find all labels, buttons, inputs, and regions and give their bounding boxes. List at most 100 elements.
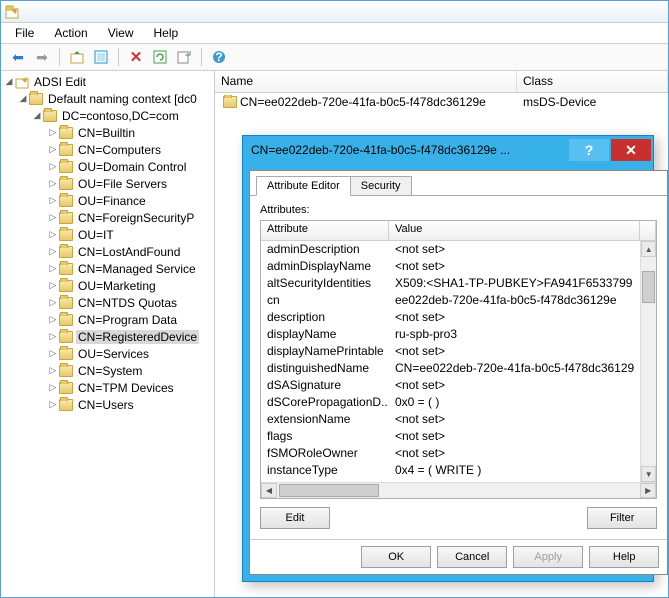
attribute-row[interactable]: altSecurityIdentitiesX509:<SHA1-TP-PUBKE… [261,275,640,292]
grid-col-value[interactable]: Value [389,221,640,240]
tree-item[interactable]: ▷ OU=Finance [1,192,214,209]
scroll-thumb[interactable] [642,271,655,303]
tree-item[interactable]: ▷CN=Computers [1,141,214,158]
tree-item-label[interactable]: CN=ForeignSecurityP [76,211,196,225]
expand-icon[interactable]: ▷ [47,382,59,393]
attribute-row[interactable]: description<not set> [261,309,640,326]
expand-icon[interactable]: ▷ [47,399,59,410]
tree-item-label[interactable]: CN=RegisteredDevice [76,330,199,344]
tree-root-label[interactable]: ADSI Edit [32,75,88,89]
tree-item[interactable]: ▷ OU=Marketing [1,277,214,294]
tree-item-label[interactable]: CN=Users [76,398,136,412]
expand-icon[interactable]: ▷ [47,314,59,325]
scroll-up-icon[interactable]: ▲ [641,241,656,257]
dialog-close-button[interactable]: ✕ [611,139,651,161]
list-row[interactable]: CN=ee022deb-720e-41fa-b0c5-f478dc36129e … [215,93,668,111]
col-class[interactable]: Class [517,71,668,92]
back-button[interactable]: ⬅ [7,46,29,68]
expand-icon[interactable]: ▷ [47,246,59,257]
expand-icon[interactable]: ▷ [47,263,59,274]
tree-item-label[interactable]: OU=File Servers [76,177,169,191]
expand-icon[interactable]: ▷ [47,348,59,359]
apply-button[interactable]: Apply [513,546,583,568]
forward-button[interactable]: ➡ [31,46,53,68]
collapse-icon[interactable]: ◢ [17,93,29,104]
menu-view[interactable]: View [98,24,144,42]
attribute-row[interactable]: displayNameru-spb-pro3 [261,326,640,343]
attributes-grid[interactable]: Attribute Value adminDescription<not set… [260,220,657,499]
tree-item[interactable]: ▷ CN=ForeignSecurityP [1,209,214,226]
tree-item[interactable]: ▷ CN=LostAndFound [1,243,214,260]
tree-item-label[interactable]: OU=Marketing [76,279,158,293]
tree-root[interactable]: ◢ ADSI Edit [1,73,214,90]
tree-dc-label[interactable]: DC=contoso,DC=com [60,109,181,123]
expand-icon[interactable]: ▷ [47,144,59,155]
expand-icon[interactable]: ▷ [47,280,59,291]
ok-button[interactable]: OK [361,546,431,568]
collapse-icon[interactable]: ◢ [31,110,43,121]
attribute-row[interactable]: dSCorePropagationD...0x0 = ( ) [261,394,640,411]
tree-item[interactable]: ▷ OU=Services [1,345,214,362]
tree-item[interactable]: ▷CN=System [1,362,214,379]
tree-item-label[interactable]: CN=LostAndFound [76,245,182,259]
horizontal-scrollbar[interactable]: ◀ ▶ [261,482,656,498]
attribute-row[interactable]: instanceType0x4 = ( WRITE ) [261,462,640,479]
menu-file[interactable]: File [5,24,44,42]
export-button[interactable] [173,46,195,68]
expand-icon[interactable]: ▷ [47,161,59,172]
refresh-button[interactable] [149,46,171,68]
tree-context[interactable]: ◢ Default naming context [dc0 [1,90,214,107]
attribute-row[interactable]: adminDescription<not set> [261,241,640,258]
tree-item-label[interactable]: CN=Program Data [76,313,179,327]
dialog-help-button[interactable]: ? [569,139,609,161]
edit-button[interactable]: Edit [260,507,330,529]
tree-item-label[interactable]: CN=TPM Devices [76,381,176,395]
expand-icon[interactable]: ▷ [47,212,59,223]
tree-item[interactable]: ▷ CN=Users [1,396,214,413]
attribute-row[interactable]: dSASignature<not set> [261,377,640,394]
tree-item[interactable]: ▷ CN=Managed Service [1,260,214,277]
tab-security[interactable]: Security [350,176,412,195]
tree-item-label[interactable]: OU=IT [76,228,116,242]
attribute-row[interactable]: displayNamePrintable<not set> [261,343,640,360]
expand-icon[interactable]: ▷ [47,331,59,342]
tree-item[interactable]: ▷CN=Builtin [1,124,214,141]
attribute-row[interactable]: fSMORoleOwner<not set> [261,445,640,462]
scroll-left-icon[interactable]: ◀ [261,483,277,498]
help-button[interactable]: Help [589,546,659,568]
menu-help[interactable]: Help [144,24,189,42]
attribute-row[interactable]: distinguishedNameCN=ee022deb-720e-41fa-b… [261,360,640,377]
tree-item[interactable]: ▷OU=IT [1,226,214,243]
grid-body[interactable]: adminDescription<not set>adminDisplayNam… [261,241,656,482]
expand-icon[interactable]: ▷ [47,195,59,206]
tree-item-label[interactable]: OU=Services [76,347,151,361]
tree-item-label[interactable]: CN=Managed Service [76,262,198,276]
attribute-row[interactable]: flags<not set> [261,428,640,445]
attribute-row[interactable]: cnee022deb-720e-41fa-b0c5-f478dc36129e [261,292,640,309]
help-button[interactable]: ? [208,46,230,68]
filter-button[interactable]: Filter [587,507,657,529]
collapse-icon[interactable]: ◢ [3,76,15,87]
cancel-button[interactable]: Cancel [437,546,507,568]
up-button[interactable] [66,46,88,68]
attribute-row[interactable]: adminDisplayName<not set> [261,258,640,275]
col-name[interactable]: Name [215,71,517,92]
tree-item-label[interactable]: CN=Builtin [76,126,137,140]
properties-button[interactable] [90,46,112,68]
grid-col-attribute[interactable]: Attribute [261,221,389,240]
vertical-scrollbar[interactable]: ▲ ▼ [640,241,656,482]
tab-attribute-editor[interactable]: Attribute Editor [256,176,351,196]
tree-item-label[interactable]: CN=NTDS Quotas [76,296,179,310]
menu-action[interactable]: Action [44,24,97,42]
scroll-down-icon[interactable]: ▼ [641,466,656,482]
tree-item[interactable]: ▷ CN=TPM Devices [1,379,214,396]
expand-icon[interactable]: ▷ [47,297,59,308]
attribute-row[interactable]: extensionName<not set> [261,411,640,428]
tree-item-label[interactable]: CN=System [76,364,144,378]
tree-dc[interactable]: ◢ DC=contoso,DC=com [1,107,214,124]
tree-item-label[interactable]: OU=Finance [76,194,148,208]
tree-item[interactable]: ▷ CN=NTDS Quotas [1,294,214,311]
tree-item[interactable]: ▷ OU=File Servers [1,175,214,192]
dialog-titlebar[interactable]: CN=ee022deb-720e-41fa-b0c5-f478dc36129e … [243,136,653,164]
expand-icon[interactable]: ▷ [47,178,59,189]
